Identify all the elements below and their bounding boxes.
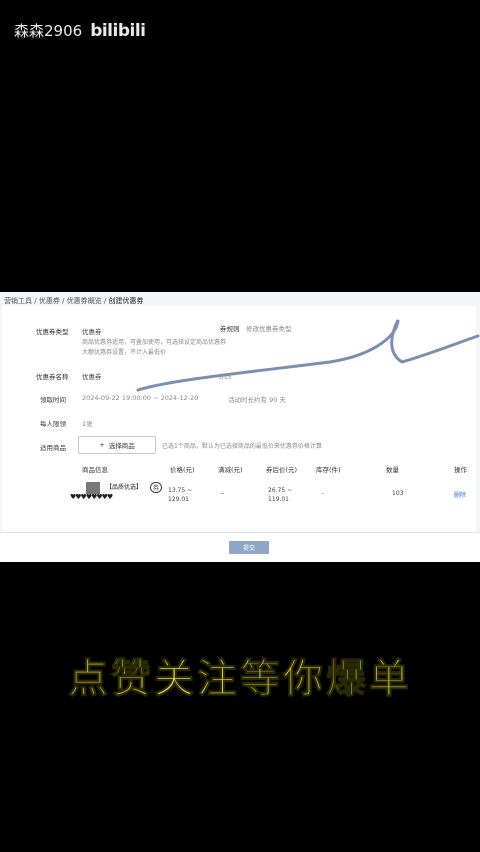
caption-text: 点赞关注等你爆单 [68,656,412,703]
type-desc-1: 商品优惠券适用，可叠加使用，可选择设定商品优惠券 [82,339,227,346]
product-price: 13.75 ~ 129.01 [168,487,193,503]
select-goods-button[interactable]: + 选择商品 [78,436,156,454]
time-label: 领取时间 [40,396,66,404]
product-name: 【品质优选】 [106,484,143,491]
breadcrumb: 营销工具 / 优惠券 / 优惠券概览 / 创建优惠券 [4,296,143,306]
scope-value[interactable]: 修改优惠券类型 [246,323,292,333]
col-header-stock: 库存(件) [316,466,341,474]
goods-hint: 已选1个商品，默认为已选择商品的最低价来优惠券价格计算 [162,443,322,450]
product-after-price: 26.75 ~ 119.01 [268,487,293,503]
name-input[interactable]: 优惠券 [82,371,102,381]
goods-label: 适用商品 [40,444,66,452]
type-desc-2: 大额优惠券设置，不计入最低价 [82,349,167,356]
breadcrumb-item-marketing[interactable]: 营销工具 [4,297,32,305]
name-count: 3/15 [218,374,232,381]
col-header-qty: 数量 [386,466,399,474]
limit-label: 每人限领 [40,420,66,428]
watermark-user: 森森2906 [14,22,83,40]
product-badge: 券 [150,482,163,493]
time-range-input[interactable]: 2024-09-22 19:00:00 ~ 2024-12-20 [82,394,198,402]
col-header-action: 操作 [454,466,467,474]
select-goods-label: 选择商品 [108,442,135,450]
product-stock: - [322,490,325,497]
col-header-price: 价格(元) [170,466,195,474]
scope-label: 券规则 [220,325,240,333]
plus-icon: + [99,441,105,449]
limit-value[interactable]: 1张 [82,418,93,428]
coupon-form-card: 优惠券类型 优惠券 商品优惠券适用，可叠加使用，可选择设定商品优惠券 大额优惠券… [2,306,476,532]
time-note: 活动时长约有 90 天 [228,396,286,404]
breadcrumb-item-coupon[interactable]: 优惠券 [39,297,60,305]
type-value[interactable]: 优惠券 [82,326,102,336]
type-label: 优惠券类型 [36,328,69,336]
breadcrumb-separator: / [62,297,65,305]
delete-button[interactable]: 删除 [454,490,466,499]
breadcrumb-item-overview[interactable]: 优惠券概览 [67,297,102,305]
watermark: 森森2906 bilibili [14,20,146,41]
product-sub: ♥♥♥♥♥♥♥♥ [70,493,113,501]
product-discount: -- [220,490,225,497]
breadcrumb-separator: / [103,297,107,305]
form-footer: 提交 [0,532,480,562]
col-header-goods: 商品信息 [82,466,108,474]
name-label: 优惠券名称 [36,373,69,381]
product-qty[interactable]: 103 [392,490,403,497]
submit-button[interactable]: 提交 [229,541,269,554]
screen-recording: 营销工具 / 优惠券 / 优惠券概览 / 创建优惠券 优惠券类型 优惠券 商品优… [0,292,480,562]
breadcrumb-current: 创建优惠券 [108,297,144,305]
col-header-discount: 满减(元) [218,466,243,474]
col-header-after: 券后价(元) [266,466,298,474]
bilibili-logo: bilibili [90,20,146,41]
breadcrumb-separator: / [34,297,37,305]
